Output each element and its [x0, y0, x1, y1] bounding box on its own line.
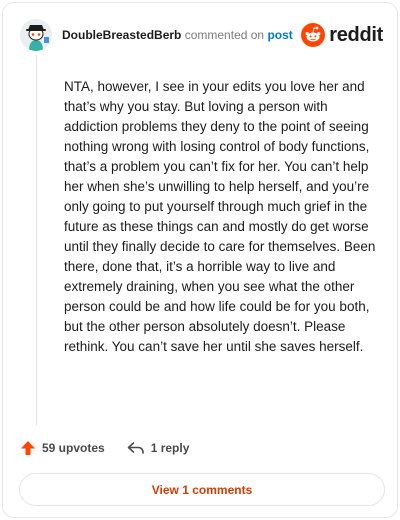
reddit-wordmark: reddit — [329, 23, 383, 46]
comment-meta: DoubleBreastedBerb commented on post — [62, 28, 301, 42]
thread-line[interactable] — [36, 55, 37, 425]
upvote-count: 59 upvotes — [42, 441, 105, 455]
comment-actions: 59 upvotes 1 reply — [20, 440, 189, 456]
reply-button[interactable]: 1 reply — [127, 441, 190, 455]
reddit-logo[interactable]: reddit — [301, 23, 383, 47]
reply-arrow-icon — [127, 442, 144, 454]
comment-card: DoubleBreastedBerb commented on post red… — [2, 2, 398, 518]
user-avatar[interactable] — [20, 19, 52, 51]
snoo-avatar-icon — [20, 19, 52, 51]
reply-count: 1 reply — [150, 441, 190, 455]
upvote-button[interactable]: 59 upvotes — [20, 440, 105, 456]
view-comments-button[interactable]: View 1 comments — [19, 473, 385, 506]
commented-on-text: commented on — [184, 28, 265, 42]
reddit-snoo-icon — [301, 23, 326, 47]
username-link[interactable]: DoubleBreastedBerb — [62, 28, 181, 42]
comment-body: NTA, however, I see in your edits you lo… — [64, 79, 376, 354]
post-link[interactable]: post — [267, 28, 292, 42]
upvote-arrow-icon — [21, 441, 35, 455]
comment-header: DoubleBreastedBerb commented on post red… — [20, 19, 383, 51]
